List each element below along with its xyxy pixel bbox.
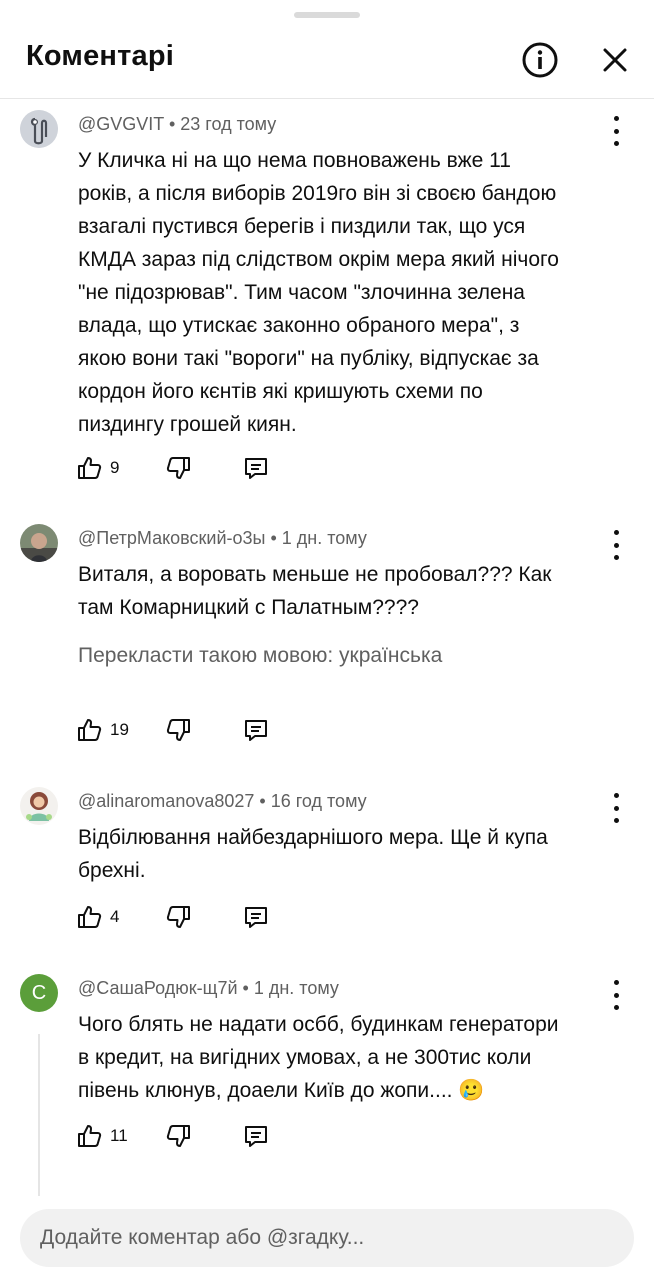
- comment-text: У Кличка ні на що нема повноважень вже 1…: [78, 149, 559, 436]
- comment-meta: @СашаРодюк-щ7й • 1 дн. тому: [78, 978, 339, 998]
- comment-author[interactable]: @СашаРодюк-щ7й: [78, 978, 238, 998]
- thumbs-up-icon: [78, 457, 102, 479]
- comment-input[interactable]: Додайте коментар або @згадку...: [20, 1209, 634, 1267]
- comment-meta: @alinaromanova8027 • 16 год тому: [78, 791, 367, 811]
- like-count: 4: [110, 907, 120, 926]
- dislike-button[interactable]: [164, 1120, 192, 1152]
- comment-meta: @GVGVIT • 23 год тому: [78, 114, 277, 134]
- reply-icon: [245, 1126, 267, 1147]
- reply-icon: [245, 458, 267, 479]
- comments-header: Коментарі: [0, 24, 654, 99]
- like-count: 9: [110, 458, 120, 477]
- more-options-icon[interactable]: [604, 530, 628, 560]
- comment-time: 1 дн. тому: [253, 978, 339, 998]
- avatar[interactable]: [20, 524, 58, 562]
- drag-handle[interactable]: [294, 12, 360, 18]
- comment-meta: @ПетрМаковский-о3ы • 1 дн. тому: [78, 528, 367, 548]
- thumbs-up-icon: [78, 719, 102, 741]
- comment-text: Виталя, а воровать меньше не пробовал???…: [78, 563, 552, 619]
- thumbs-up-icon: [78, 1125, 102, 1147]
- comment-actions: 19: [76, 714, 306, 746]
- comment-author[interactable]: @GVGVIT: [78, 114, 164, 134]
- reply-button[interactable]: [242, 901, 270, 933]
- reply-icon: [245, 907, 267, 928]
- dislike-button[interactable]: [164, 452, 192, 484]
- comment-time: 16 год тому: [270, 791, 367, 811]
- translate-link[interactable]: Перекласти такою мовою: українська: [78, 644, 442, 668]
- more-options-icon[interactable]: [604, 116, 628, 146]
- comment-actions: 11: [76, 1120, 306, 1152]
- thumbs-up-icon: [78, 906, 102, 928]
- reply-thread-line: [38, 1034, 40, 1196]
- avatar[interactable]: С: [20, 974, 58, 1012]
- avatar-letter: С: [31, 981, 47, 1004]
- like-button[interactable]: 4: [76, 901, 119, 933]
- avatar[interactable]: [20, 110, 58, 148]
- info-icon[interactable]: [520, 40, 560, 80]
- more-options-icon[interactable]: [604, 980, 628, 1010]
- thumbs-down-icon: [166, 906, 190, 928]
- reply-button[interactable]: [242, 452, 270, 484]
- comment-time: 23 год тому: [180, 114, 277, 134]
- like-count: 11: [110, 1126, 128, 1145]
- comment-actions: 4: [76, 901, 306, 933]
- comment-actions: 9: [76, 452, 306, 484]
- reply-icon: [245, 720, 267, 741]
- more-options-icon[interactable]: [604, 793, 628, 823]
- page-title: Коментарі: [26, 40, 175, 72]
- like-button[interactable]: 19: [76, 714, 129, 746]
- thumbs-down-icon: [166, 719, 190, 741]
- comment-text: Відбілювання найбездарнішого мера. Ще й …: [78, 826, 548, 882]
- comment-input-placeholder: Додайте коментар або @згадку...: [40, 1226, 365, 1249]
- like-count: 19: [110, 720, 129, 739]
- like-button[interactable]: 9: [76, 452, 119, 484]
- dislike-button[interactable]: [164, 901, 192, 933]
- comment-author[interactable]: @alinaromanova8027: [78, 791, 254, 811]
- close-icon[interactable]: [595, 40, 635, 80]
- comment-text: Чого блять не надати осбб, будинкам гене…: [78, 1013, 559, 1102]
- reply-button[interactable]: [242, 1120, 270, 1152]
- comment-author[interactable]: @ПетрМаковский-о3ы: [78, 528, 265, 548]
- comment-time: 1 дн. тому: [281, 528, 367, 548]
- avatar[interactable]: [20, 787, 58, 825]
- dislike-button[interactable]: [164, 714, 192, 746]
- thumbs-down-icon: [166, 1125, 190, 1147]
- reply-button[interactable]: [242, 714, 270, 746]
- thumbs-down-icon: [166, 457, 190, 479]
- like-button[interactable]: 11: [76, 1120, 128, 1152]
